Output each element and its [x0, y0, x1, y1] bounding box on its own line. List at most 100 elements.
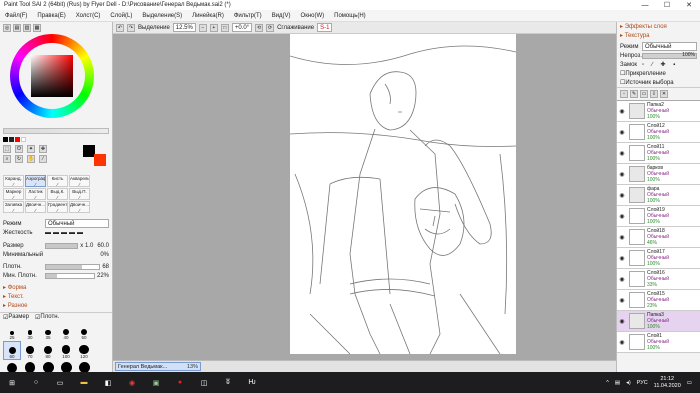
volume-icon[interactable]: ◂) [626, 380, 631, 386]
zoom-out-icon[interactable]: − [198, 23, 207, 32]
brush-size-preset[interactable]: 40 [58, 323, 74, 340]
app3-icon[interactable]: Ƕ [244, 375, 260, 391]
rotate-right-icon[interactable]: ⟳ [266, 23, 275, 32]
brush-size-preset[interactable]: 250 [40, 361, 56, 372]
layer-row[interactable]: ◉ Слой1 Обычный 100% [617, 332, 700, 353]
menu-item[interactable]: Холст(C) [71, 13, 106, 19]
brush-size-preset[interactable]: 350 [76, 361, 92, 372]
record-icon[interactable]: ● [172, 375, 188, 391]
redo-icon[interactable]: ↷ [127, 23, 135, 32]
rotation-field[interactable]: +0.0° [231, 23, 253, 32]
explorer-icon[interactable]: ▬ [76, 375, 92, 391]
brush-size-preset[interactable]: 200 [22, 361, 38, 372]
eyedropper-icon[interactable]: ⁄ [39, 155, 47, 163]
visibility-eye-icon[interactable]: ◉ [617, 108, 627, 115]
color-wheel[interactable] [10, 34, 94, 118]
store-icon[interactable]: ◧ [100, 375, 116, 391]
delete-layer-icon[interactable]: ✕ [660, 90, 668, 98]
brush-size-preset[interactable]: 60 [3, 341, 21, 360]
zoom-field[interactable]: 12.5% [172, 23, 196, 32]
mode-select[interactable]: Обычный [45, 219, 109, 228]
visibility-eye-icon[interactable]: ◉ [617, 234, 627, 241]
visibility-eye-icon[interactable]: ◉ [617, 150, 627, 157]
visibility-eye-icon[interactable]: ◉ [617, 339, 627, 346]
merge-icon[interactable]: ⇩ [650, 90, 658, 98]
layer-row[interactable]: ◉ Слой12 Обычный 100% [617, 122, 700, 143]
brush-size-preset[interactable]: 300 [58, 361, 74, 372]
brush-size-preset[interactable]: 100 [58, 342, 74, 359]
brush-tool[interactable]: Аэрограф ∕ [25, 175, 46, 187]
density-slider[interactable] [45, 263, 101, 270]
language-indicator[interactable]: РУС [637, 380, 648, 386]
zoom-icon[interactable]: ⌕ [3, 155, 11, 163]
lasso-icon[interactable]: ʘ [15, 145, 23, 153]
network-icon[interactable]: ▤ [615, 380, 620, 386]
section-shape[interactable]: ▸ Форма [0, 283, 112, 292]
maximize-button[interactable]: ☐ [656, 0, 678, 10]
menu-item[interactable]: Помощь(H) [329, 13, 371, 19]
brush-size-preset[interactable]: 160 [4, 361, 20, 372]
layer-row[interactable]: ◉ Слой18 Обычный 46% [617, 227, 700, 248]
brush-tool[interactable]: Двоичн... ∕ [69, 201, 90, 213]
swatch[interactable] [3, 137, 8, 142]
layer-row[interactable]: ◉ Слой19 Обычный 100% [617, 206, 700, 227]
rgb-tab[interactable]: ▤ [13, 24, 21, 32]
menu-item[interactable]: Линейка(R) [187, 13, 229, 19]
visibility-eye-icon[interactable]: ◉ [617, 255, 627, 262]
layer-mode-select[interactable]: Обычный [642, 42, 697, 51]
layer-row[interactable]: ◉ Слой16 Обычный 33% [617, 269, 700, 290]
brush-size-preset[interactable]: 80 [40, 342, 56, 359]
menu-item[interactable]: Слой(L) [105, 13, 137, 19]
visibility-eye-icon[interactable]: ◉ [617, 276, 627, 283]
size-slider[interactable] [45, 242, 79, 249]
visibility-eye-icon[interactable]: ◉ [617, 318, 627, 325]
windows-start-icon[interactable]: ⊞ [4, 375, 20, 391]
drawing-canvas[interactable] [290, 34, 516, 354]
brush-tool[interactable]: Двоичн... ∕ [25, 201, 46, 213]
brush-size-preset[interactable]: 70 [22, 342, 38, 359]
hand-icon[interactable]: ✋ [27, 155, 35, 163]
section-texture[interactable]: ▸ Текст. [0, 292, 112, 301]
brush-size-preset[interactable]: 25 [4, 323, 20, 340]
menu-item[interactable]: Выделение(S) [137, 13, 187, 19]
effects-section[interactable]: ▸ Эффекты слоя [617, 22, 700, 31]
rotate-icon[interactable]: ↻ [15, 155, 23, 163]
rect-select-icon[interactable]: ⬚ [3, 145, 11, 153]
hsv-tab[interactable]: ▥ [23, 24, 31, 32]
palette-tab[interactable]: ▦ [33, 24, 41, 32]
brush-tool[interactable]: Акварель ∕ [69, 175, 90, 187]
color-square[interactable] [31, 55, 73, 97]
secondary-color[interactable] [94, 154, 106, 166]
layer-row[interactable]: ◉ фара Обычный 100% [617, 185, 700, 206]
swatch[interactable] [15, 137, 20, 142]
menu-item[interactable]: Файл(F) [0, 13, 32, 19]
brush-size-preset[interactable]: 35 [40, 323, 56, 340]
visibility-eye-icon[interactable]: ◉ [617, 192, 627, 199]
brush-tool[interactable]: Выд.К. ∕ [47, 188, 68, 200]
menu-item[interactable]: Фильтр(T) [229, 13, 267, 19]
section-misc[interactable]: ▸ Разное [0, 301, 112, 310]
layer-row[interactable]: ◉ Слой15 Обычный 23% [617, 290, 700, 311]
zoom-reset-icon[interactable]: □ [220, 23, 229, 32]
brush-tool[interactable]: Выд.П. ∕ [69, 188, 90, 200]
rotate-left-icon[interactable]: ⟲ [255, 23, 264, 32]
sai-icon[interactable]: ▣ [148, 375, 164, 391]
layer-row[interactable]: ◉ Слой17 Обычный 100% [617, 248, 700, 269]
layer-row[interactable]: ◉ Папка3 Обычный 100% [617, 311, 700, 332]
new-folder-icon[interactable]: ▭ [640, 90, 648, 98]
notifications-icon[interactable]: ▭ [687, 380, 692, 386]
app2-icon[interactable]: ʬ [220, 375, 236, 391]
brush-tool[interactable]: Ластик ∕ [25, 188, 46, 200]
visibility-eye-icon[interactable]: ◉ [617, 297, 627, 304]
hardness-selector[interactable]: ▬▬▬▬▬ [45, 230, 109, 236]
texture-section[interactable]: ▸ Текстура [617, 31, 700, 40]
color-wheel-tab[interactable]: ◎ [3, 24, 11, 32]
new-linework-icon[interactable]: ✎ [630, 90, 638, 98]
search-icon[interactable]: ○ [28, 375, 44, 391]
document-tab[interactable]: Генерал Ведьмак... 13% [115, 362, 201, 371]
color-slider[interactable] [3, 128, 109, 134]
clock[interactable]: 21:12 11.04.2020 [654, 376, 681, 390]
brush-tool[interactable]: Кисть ∕ [47, 175, 68, 187]
brush-tool[interactable]: Маркер ∕ [3, 188, 24, 200]
smoothing-field[interactable]: S-1 [317, 23, 333, 32]
